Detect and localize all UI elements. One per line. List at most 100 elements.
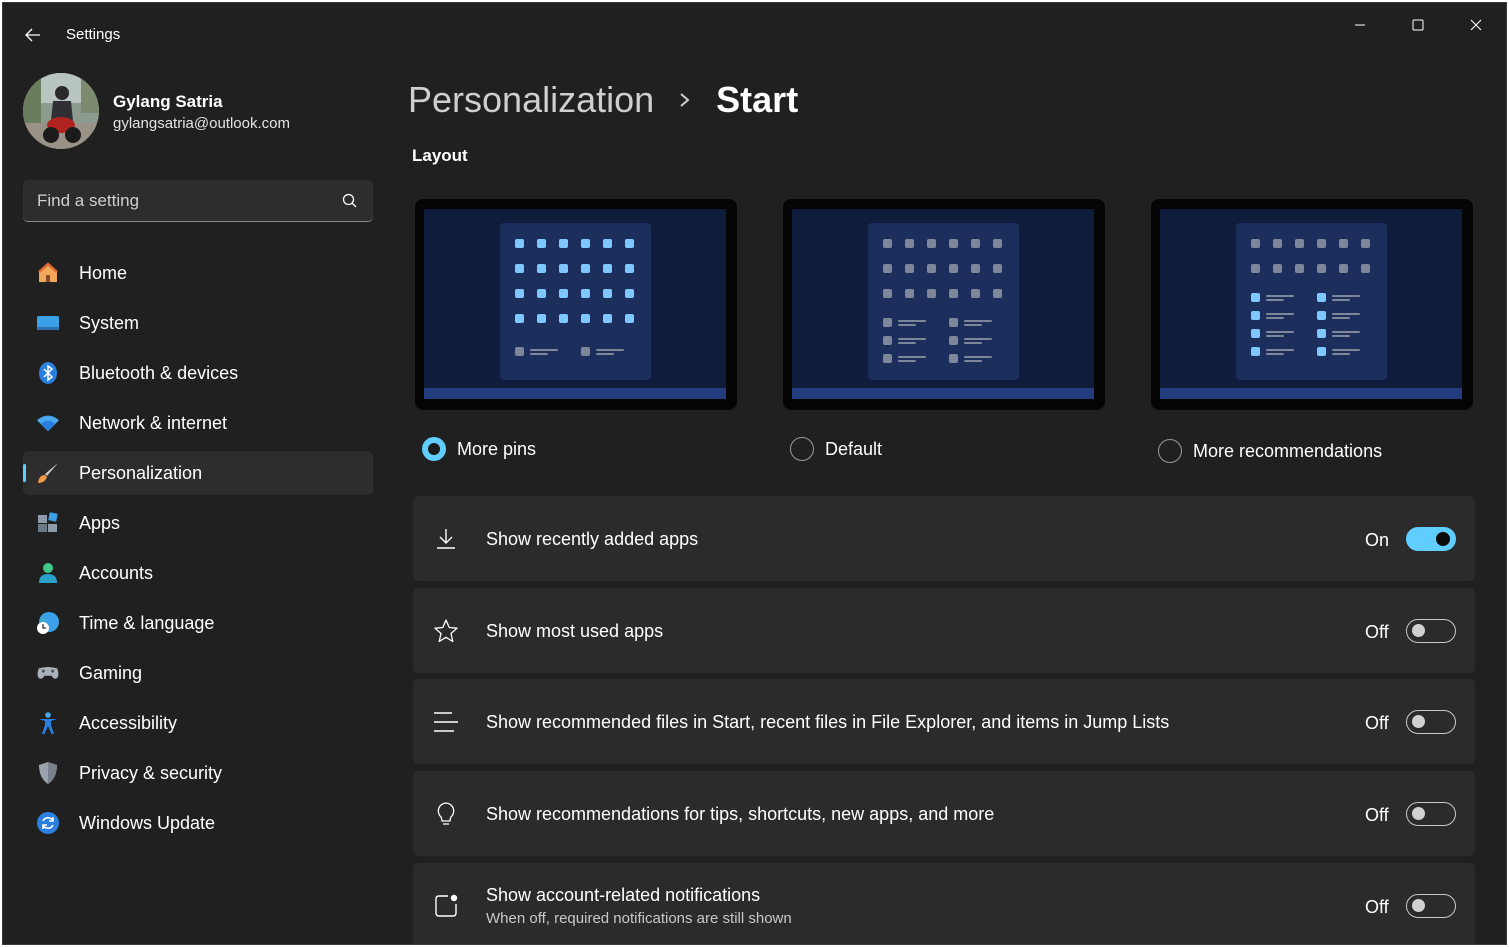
- nav-item-bluetooth-devices[interactable]: Bluetooth & devices: [23, 351, 373, 395]
- nav-item-accounts[interactable]: Accounts: [23, 551, 373, 595]
- search-input[interactable]: [23, 180, 373, 221]
- nav-item-label: Bluetooth & devices: [79, 363, 239, 383]
- lightbulb-icon: [433, 801, 459, 827]
- recommendation-line: [1332, 299, 1350, 301]
- pinned-app-tile: [1317, 264, 1326, 273]
- settings-window: Settings Gylang Satria gylangsatria@outl…: [2, 2, 1507, 945]
- nav-item-privacy-security[interactable]: Privacy & security: [23, 751, 373, 795]
- selection-indicator: [23, 464, 26, 482]
- nav-item-home[interactable]: Home: [23, 251, 373, 295]
- layout-preview-screen: [1160, 209, 1462, 399]
- pinned-app-tile: [559, 239, 568, 248]
- nav-item-accessibility[interactable]: Accessibility: [23, 701, 373, 745]
- notification-icon: [433, 893, 459, 919]
- layout-preview-default[interactable]: [783, 199, 1105, 410]
- nav-item-time-language[interactable]: Time & language: [23, 601, 373, 645]
- pinned-app-tile: [883, 264, 892, 273]
- pinned-app-tile: [537, 289, 546, 298]
- pinned-app-tile: [559, 289, 568, 298]
- avatar-photo: [23, 73, 99, 149]
- layout-preview-more-recommendations[interactable]: [1151, 199, 1473, 410]
- layout-preview-more-pins[interactable]: [415, 199, 737, 410]
- recommendation-line: [1332, 349, 1360, 351]
- pinned-app-tile: [515, 314, 524, 323]
- layout-option-default[interactable]: Default: [790, 437, 882, 461]
- recommendation-line: [898, 356, 926, 358]
- pinned-app-tile: [537, 239, 546, 248]
- setting-show-recently-added-apps: Show recently added apps On: [413, 496, 1475, 581]
- download-icon: [433, 526, 459, 552]
- avatar[interactable]: [23, 73, 99, 149]
- pinned-app-tile: [949, 264, 958, 273]
- pinned-app-tile: [1273, 239, 1282, 248]
- pinned-app-tile: [515, 289, 524, 298]
- close-button[interactable]: [1453, 11, 1499, 39]
- pinned-app-tile: [1251, 264, 1260, 273]
- pinned-app-tile: [581, 289, 590, 298]
- recommended-item-tile: [1317, 293, 1326, 302]
- recommendation-line: [1332, 353, 1350, 355]
- user-name: Gylang Satria: [113, 92, 223, 111]
- pinned-app-tile: [971, 289, 980, 298]
- nav-item-label: System: [79, 313, 140, 333]
- pinned-app-tile: [1339, 264, 1348, 273]
- pinned-app-tile: [971, 239, 980, 248]
- start-menu-preview: [868, 223, 1019, 380]
- recommendation-line: [898, 338, 926, 340]
- toggle-knob: [1436, 532, 1450, 546]
- close-icon: [1470, 19, 1482, 31]
- toggle-state-label: Off: [1365, 713, 1389, 733]
- nav-item-windows-update[interactable]: Windows Update: [23, 801, 373, 845]
- layout-option-more-pins[interactable]: More pins: [422, 437, 536, 461]
- back-arrow-icon: [25, 28, 40, 42]
- toggle-switch[interactable]: [1406, 619, 1456, 643]
- nav-item-label: Time & language: [79, 613, 215, 633]
- toggle-switch[interactable]: [1406, 802, 1456, 826]
- recommendation-line: [964, 342, 982, 344]
- breadcrumb-parent-link[interactable]: Personalization: [408, 79, 654, 121]
- back-button[interactable]: [17, 21, 49, 49]
- recommended-item-tile: [1251, 293, 1260, 302]
- recommendation-line: [596, 349, 624, 351]
- nav-item-system[interactable]: System: [23, 301, 373, 345]
- recommendation-line: [964, 324, 982, 326]
- pinned-app-tile: [581, 314, 590, 323]
- layout-option-more-recommendations[interactable]: More recommendations: [1158, 439, 1382, 463]
- recommendation-line: [1332, 317, 1350, 319]
- search-icon[interactable]: [341, 192, 359, 210]
- nav-item-label: Windows Update: [79, 813, 216, 833]
- recommendation-line: [898, 324, 916, 326]
- recommendation-line: [1332, 331, 1360, 333]
- toggle-knob: [1412, 715, 1425, 728]
- gamepad-icon: [36, 661, 60, 685]
- taskbar-preview: [1160, 388, 1462, 399]
- pinned-app-tile: [515, 264, 524, 273]
- recommended-item-tile: [883, 354, 892, 363]
- recommended-item-tile: [1317, 329, 1326, 338]
- minimize-icon: [1355, 24, 1365, 26]
- pinned-app-tile: [625, 289, 634, 298]
- recommendation-line: [964, 320, 992, 322]
- toggle-switch[interactable]: [1406, 894, 1456, 918]
- toggle-switch[interactable]: [1406, 527, 1456, 551]
- pinned-app-tile: [883, 289, 892, 298]
- nav-item-gaming[interactable]: Gaming: [23, 651, 373, 695]
- accessibility-icon: [36, 711, 60, 735]
- minimize-button[interactable]: [1337, 11, 1383, 39]
- maximize-button[interactable]: [1395, 11, 1441, 39]
- recommendation-line: [898, 360, 916, 362]
- pinned-app-tile: [1339, 239, 1348, 248]
- setting-show-account-notifications: Show account-related notifications When …: [413, 863, 1475, 944]
- toggle-switch[interactable]: [1406, 710, 1456, 734]
- radio-button-checked[interactable]: [422, 437, 446, 461]
- apps-icon: [36, 511, 60, 535]
- recommendation-line: [530, 349, 558, 351]
- pinned-app-tile: [1317, 239, 1326, 248]
- taskbar-preview: [792, 388, 1094, 399]
- layout-preview-screen: [792, 209, 1094, 399]
- nav-item-personalization[interactable]: Personalization: [23, 451, 373, 495]
- nav-item-apps[interactable]: Apps: [23, 501, 373, 545]
- radio-button[interactable]: [1158, 439, 1182, 463]
- nav-item-network-internet[interactable]: Network & internet: [23, 401, 373, 445]
- radio-button[interactable]: [790, 437, 814, 461]
